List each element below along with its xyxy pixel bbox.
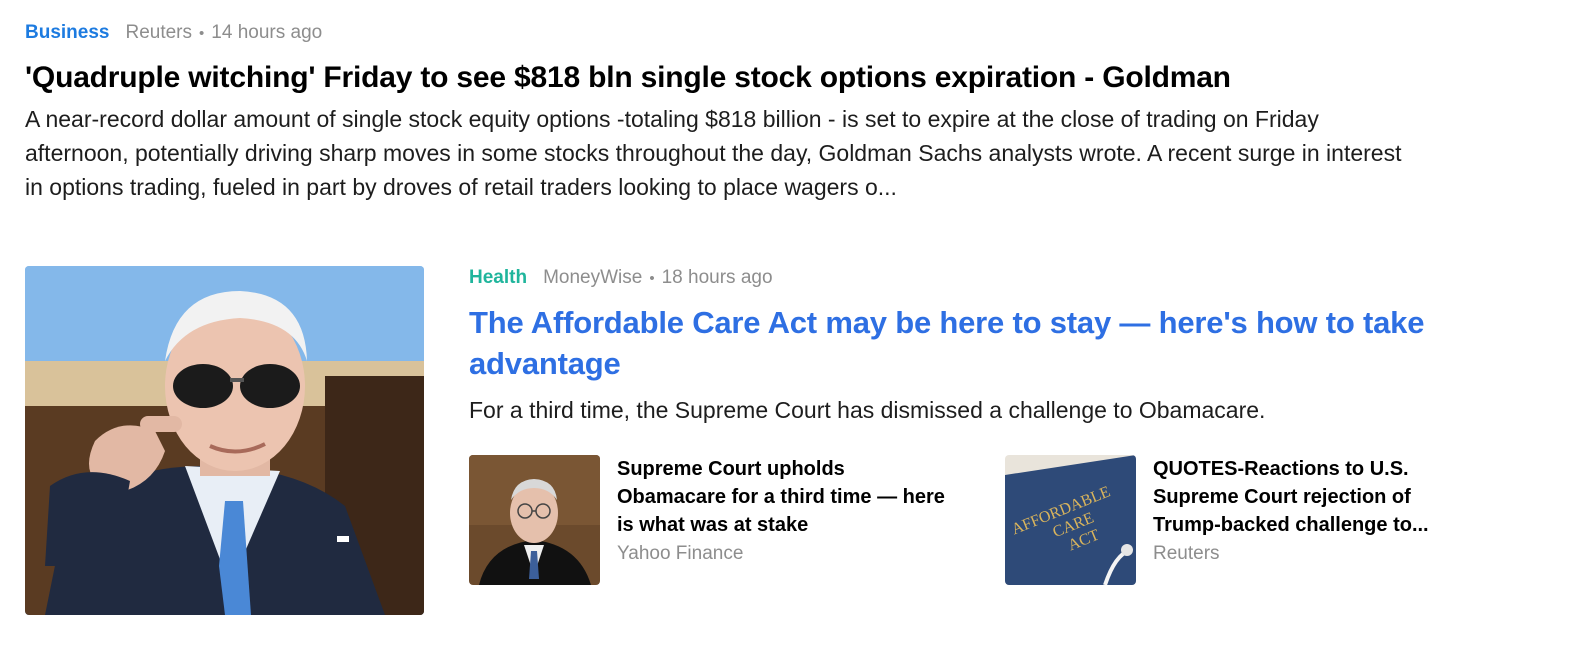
timestamp: 18 hours ago — [661, 267, 773, 288]
stream-item-health[interactable]: Health MoneyWise • 18 hours ago The Affo… — [469, 263, 1529, 427]
related-story-title[interactable]: QUOTES-Reactions to U.S. Supreme Court r… — [1153, 455, 1483, 539]
story-headline[interactable]: 'Quadruple witching' Friday to see $818 … — [25, 58, 1425, 98]
related-story-thumbnail[interactable] — [469, 455, 600, 585]
provider-name: Reuters — [125, 22, 193, 43]
story-summary: For a third time, the Supreme Court has … — [469, 397, 1266, 423]
related-story-source: Reuters — [1153, 543, 1220, 564]
related-story-text: QUOTES-Reactions to U.S. Supreme Court r… — [1153, 455, 1483, 585]
provider-name: MoneyWise — [543, 267, 643, 288]
category-label[interactable]: Business — [25, 18, 109, 48]
category-label[interactable]: Health — [469, 263, 527, 293]
story-summary: A near-record dollar amount of single st… — [25, 106, 1402, 200]
related-story[interactable]: AFFORDABLE CARE ACT QUOTES-Reactions to … — [1005, 455, 1483, 585]
story-hero-image[interactable] — [25, 266, 424, 615]
related-story-thumbnail[interactable]: AFFORDABLE CARE ACT — [1005, 455, 1136, 585]
related-story-source: Yahoo Finance — [617, 543, 744, 564]
separator-dot: • — [199, 25, 205, 42]
story-meta: Health MoneyWise • 18 hours ago — [469, 263, 1529, 294]
stream-item-business[interactable]: Business Reuters • 14 hours ago 'Quadrup… — [25, 18, 1425, 204]
story-headline[interactable]: The Affordable Care Act may be here to s… — [469, 302, 1529, 384]
related-story-title[interactable]: Supreme Court upholds Obamacare for a th… — [617, 455, 947, 539]
separator-dot: • — [649, 270, 655, 287]
related-story[interactable]: Supreme Court upholds Obamacare for a th… — [469, 455, 947, 585]
timestamp: 14 hours ago — [211, 22, 323, 43]
story-meta: Business Reuters • 14 hours ago — [25, 18, 1425, 49]
news-stream: Business Reuters • 14 hours ago 'Quadrup… — [0, 0, 1572, 650]
related-story-text: Supreme Court upholds Obamacare for a th… — [617, 455, 947, 585]
